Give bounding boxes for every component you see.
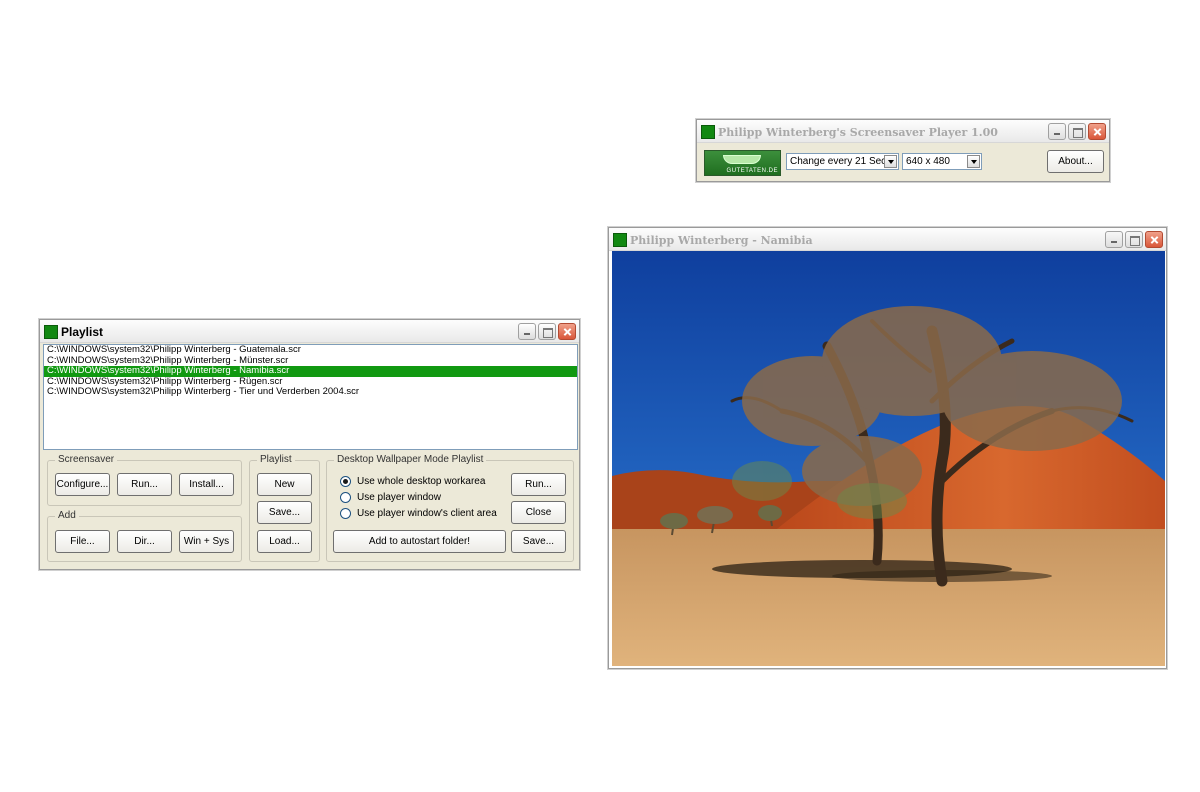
gutetaten-logo[interactable]: GUTETATEN.DE [704, 150, 781, 176]
maximize-icon [1069, 124, 1085, 139]
maximize-icon [539, 324, 555, 339]
close-icon [1146, 232, 1162, 247]
screensaver-group-label: Screensaver [55, 454, 118, 465]
playlist-title: Playlist [61, 325, 104, 339]
radio-label: Use whole desktop workarea [357, 476, 486, 487]
maximize-button[interactable] [1125, 231, 1143, 248]
add-win-sys-button[interactable]: Win + Sys [179, 530, 234, 553]
radio-button-checked[interactable] [340, 476, 351, 487]
configure-button[interactable]: Configure... [55, 473, 110, 496]
app-icon [701, 125, 715, 139]
minimize-button[interactable] [1048, 123, 1066, 140]
radio-button[interactable] [340, 508, 351, 519]
wallpaper-group-label: Desktop Wallpaper Mode Playlist [334, 454, 487, 465]
namibia-photo [612, 251, 1165, 666]
minimize-button[interactable] [1105, 231, 1123, 248]
maximize-icon [1126, 232, 1142, 247]
radio-client-area[interactable]: Use player window's client area [340, 508, 497, 519]
list-item[interactable]: C:\WINDOWS\system32\Philipp Winterberg -… [44, 345, 577, 356]
run-screensaver-button[interactable]: Run... [117, 473, 172, 496]
playlist-window: Playlist C:\WINDOWS\system32\Philipp Win… [39, 319, 580, 570]
close-wallpaper-button[interactable]: Close [511, 501, 566, 524]
add-file-button[interactable]: File... [55, 530, 110, 553]
image-title: Philipp Winterberg - Namibia [630, 234, 813, 247]
close-icon [1089, 124, 1105, 139]
app-icon [44, 325, 58, 339]
resolution-select[interactable]: 640 x 480 [902, 153, 982, 170]
close-button[interactable] [558, 323, 576, 340]
smile-graphic [723, 155, 761, 164]
add-autostart-button[interactable]: Add to autostart folder! [333, 530, 506, 553]
minimize-icon [1049, 124, 1065, 139]
run-wallpaper-button[interactable]: Run... [511, 473, 566, 496]
app-icon [613, 233, 627, 247]
resolution-value: 640 x 480 [906, 156, 950, 167]
save-wallpaper-button[interactable]: Save... [511, 530, 566, 553]
minimize-icon [1106, 232, 1122, 247]
close-icon [559, 324, 575, 339]
about-button[interactable]: About... [1047, 150, 1104, 173]
install-button[interactable]: Install... [179, 473, 234, 496]
add-group-label: Add [55, 510, 79, 521]
close-button[interactable] [1145, 231, 1163, 248]
radio-label: Use player window [357, 492, 441, 503]
chevron-down-icon[interactable] [967, 155, 980, 168]
namibia-image [612, 251, 1165, 666]
interval-select[interactable]: Change every 21 Sec. [786, 153, 899, 170]
load-playlist-button[interactable]: Load... [257, 530, 312, 553]
radio-label: Use player window's client area [357, 508, 497, 519]
new-playlist-button[interactable]: New [257, 473, 312, 496]
list-item[interactable]: C:\WINDOWS\system32\Philipp Winterberg -… [44, 386, 577, 398]
playlist-group-label: Playlist [257, 454, 295, 465]
playlist-titlebar[interactable]: Playlist [40, 320, 579, 343]
maximize-button[interactable] [1068, 123, 1086, 140]
radio-player-window[interactable]: Use player window [340, 492, 441, 503]
logo-text: GUTETATEN.DE [726, 168, 778, 174]
player-window: Philipp Winterberg's Screensaver Player … [696, 119, 1110, 182]
playlist-listbox[interactable]: C:\WINDOWS\system32\Philipp Winterberg -… [43, 344, 578, 450]
add-dir-button[interactable]: Dir... [117, 530, 172, 553]
list-item-selected[interactable]: C:\WINDOWS\system32\Philipp Winterberg -… [44, 365, 577, 377]
minimize-button[interactable] [518, 323, 536, 340]
save-playlist-button[interactable]: Save... [257, 501, 312, 524]
radio-whole-desktop[interactable]: Use whole desktop workarea [340, 476, 485, 487]
minimize-icon [519, 324, 535, 339]
interval-value: Change every 21 Sec. [790, 156, 889, 167]
player-titlebar[interactable]: Philipp Winterberg's Screensaver Player … [697, 120, 1109, 143]
image-window: Philipp Winterberg - Namibia [608, 227, 1167, 669]
player-title: Philipp Winterberg's Screensaver Player … [718, 126, 998, 139]
radio-button[interactable] [340, 492, 351, 503]
image-titlebar[interactable]: Philipp Winterberg - Namibia [609, 228, 1166, 251]
maximize-button[interactable] [538, 323, 556, 340]
chevron-down-icon[interactable] [884, 155, 897, 168]
close-button[interactable] [1088, 123, 1106, 140]
